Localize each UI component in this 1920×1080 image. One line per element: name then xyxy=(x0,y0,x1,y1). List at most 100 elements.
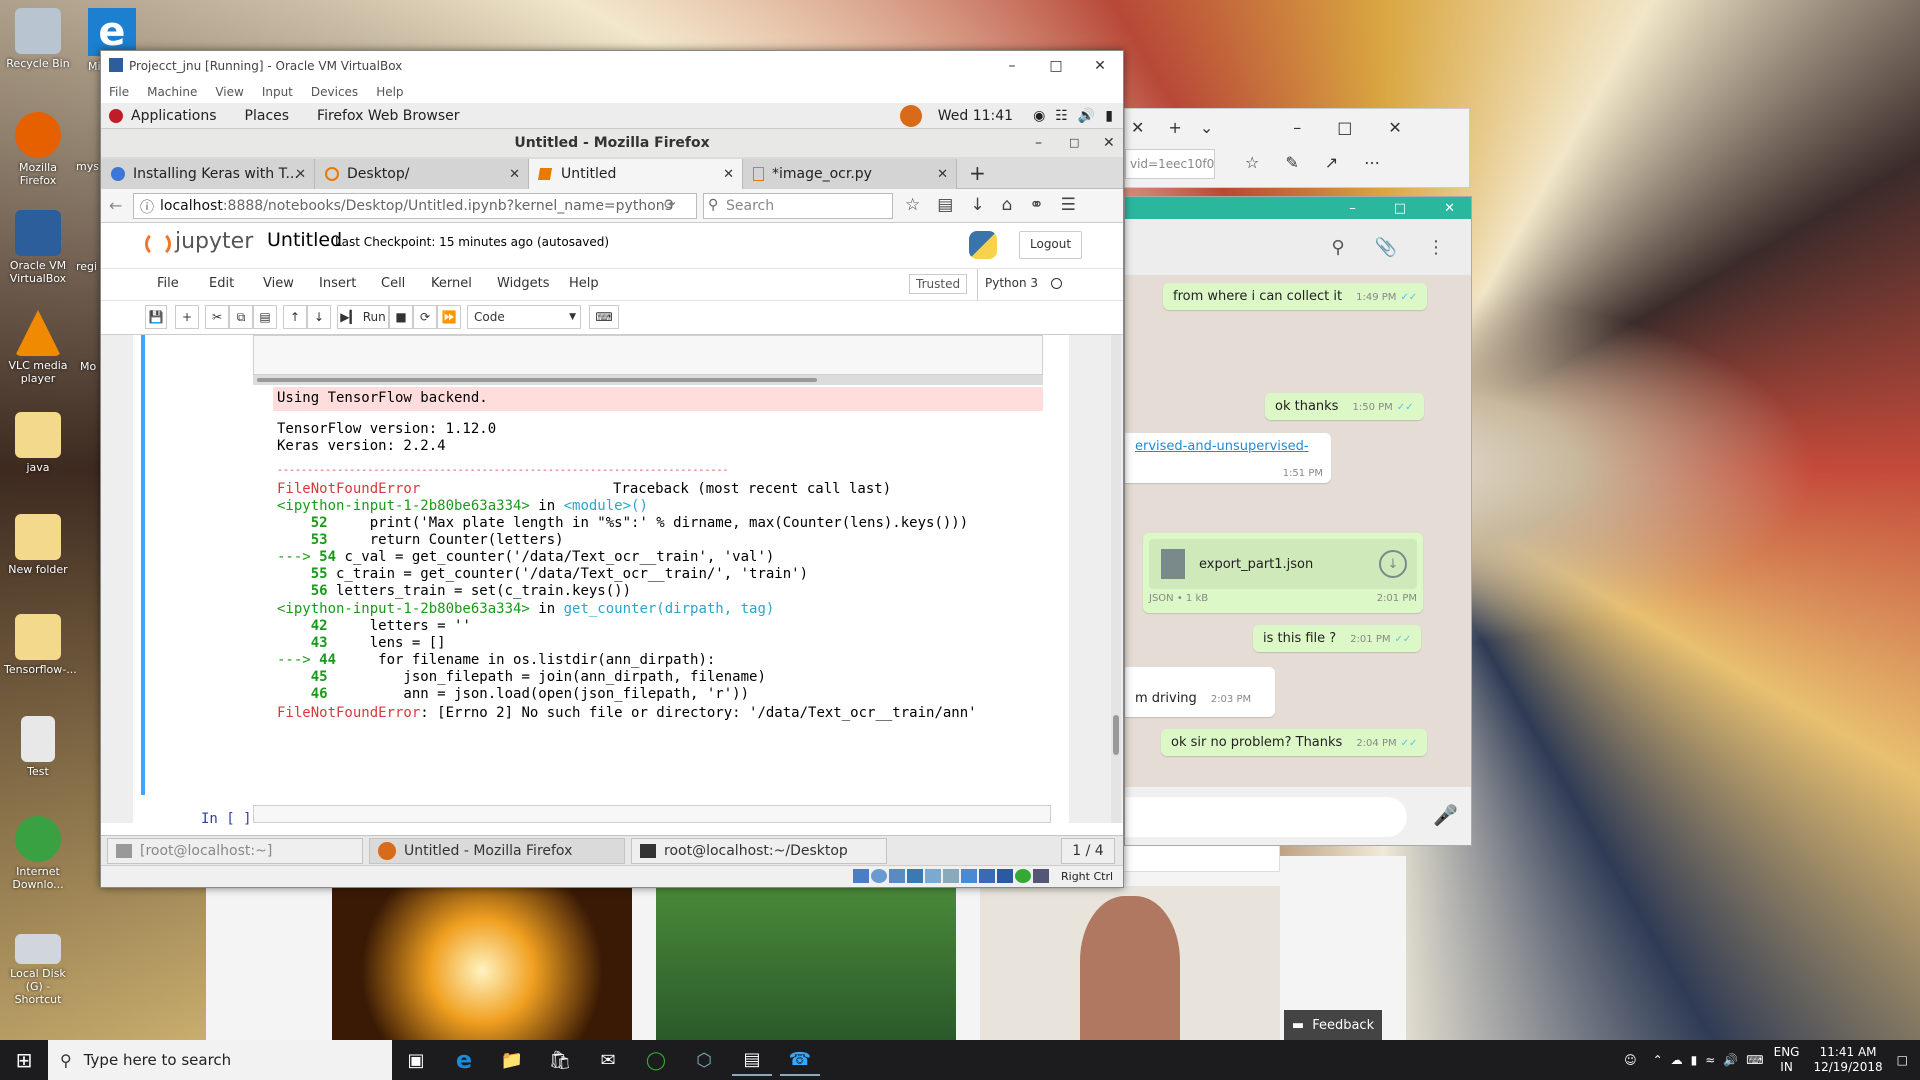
menu-file[interactable]: File xyxy=(109,85,129,99)
jupyter-menu-insert[interactable]: Insert xyxy=(319,276,381,291)
search-box[interactable]: ⚲ Search xyxy=(703,193,893,219)
desktop-icon-virtualbox[interactable]: Oracle VM VirtualBox xyxy=(4,210,72,285)
paste-icon[interactable]: ▤ xyxy=(253,305,277,329)
download-icon[interactable]: ↓ xyxy=(1379,550,1407,578)
empty-cell-input[interactable] xyxy=(253,805,1051,823)
cut-icon[interactable]: ✂ xyxy=(205,305,229,329)
store-icon[interactable]: 🛍 xyxy=(540,1044,580,1076)
thumbnail-image[interactable] xyxy=(656,886,956,1040)
clock[interactable]: Wed 11:41 xyxy=(938,108,1013,124)
cell-input-area[interactable] xyxy=(253,335,1043,375)
move-up-icon[interactable]: ↑ xyxy=(283,305,307,329)
volume-icon[interactable]: 🔊 xyxy=(1723,1053,1738,1067)
kernel-name[interactable]: Python 3 xyxy=(985,276,1038,290)
file-explorer-icon[interactable]: 📁 xyxy=(492,1044,532,1076)
chat-file-attachment[interactable]: export_part1.json ↓ JSON • 1 kB 2:01 PM xyxy=(1143,533,1423,613)
jupyter-menu-cell[interactable]: Cell xyxy=(381,276,431,291)
maximize-icon[interactable]: □ xyxy=(1337,118,1352,137)
notifications-icon[interactable]: □ xyxy=(1897,1053,1908,1067)
hamburger-menu-icon[interactable]: ☰ xyxy=(1061,195,1076,215)
close-icon[interactable]: ✕ xyxy=(1444,201,1455,216)
favorites-icon[interactable]: ☆ xyxy=(1245,153,1259,172)
optical-drive-icon[interactable] xyxy=(871,869,887,883)
more-icon[interactable]: ⋯ xyxy=(1364,153,1380,172)
task-view-icon[interactable]: ▣ xyxy=(396,1044,436,1076)
desktop-icon-vlc[interactable]: VLC media player xyxy=(4,310,72,385)
attach-icon[interactable]: 📎 xyxy=(1375,237,1397,258)
thumbnail-image[interactable] xyxy=(980,886,1280,1040)
new-tab-icon[interactable]: + xyxy=(969,161,986,185)
taskbar-search[interactable]: ⚲ Type here to search xyxy=(48,1040,392,1080)
menu-view[interactable]: View xyxy=(215,85,243,99)
close-icon[interactable]: ✕ xyxy=(1388,118,1401,137)
battery-icon[interactable]: ▮ xyxy=(1105,108,1113,124)
applications-menu[interactable]: Applications xyxy=(131,108,217,124)
mouse-integration-icon[interactable] xyxy=(1015,869,1031,883)
info-icon[interactable]: ⓘ xyxy=(140,197,154,217)
location-icon[interactable]: ◉ xyxy=(1033,108,1045,124)
desktop-icon-tensorflow[interactable]: Tensorflow-... xyxy=(4,614,77,676)
code-cell-selected[interactable]: Using TensorFlow backend. TensorFlow ver… xyxy=(141,335,1055,795)
minimize-icon[interactable]: – xyxy=(1035,129,1042,157)
vbox-vm-taskbar-icon[interactable]: ▤ xyxy=(732,1044,772,1076)
recording-icon[interactable] xyxy=(979,869,995,883)
jupyter-menu-help[interactable]: Help xyxy=(569,276,615,291)
tab-untitled[interactable]: Untitled ✕ xyxy=(529,159,743,189)
edge-desktop-icon[interactable]: e xyxy=(88,8,136,56)
maximize-icon[interactable]: □ xyxy=(1394,201,1406,216)
restart-icon[interactable]: ⟳ xyxy=(413,305,437,329)
search-icon[interactable]: ⚲ xyxy=(1331,237,1344,258)
pocket-icon[interactable]: ⚭ xyxy=(1029,195,1043,215)
tab-desktop[interactable]: Desktop/✕ xyxy=(315,159,529,189)
bookmark-star-icon[interactable]: ☆ xyxy=(905,195,920,215)
fast-forward-icon[interactable]: ⏩ xyxy=(437,305,461,329)
feedback-button[interactable]: ▬ Feedback xyxy=(1284,1010,1382,1040)
hdd-icon[interactable] xyxy=(853,869,869,883)
insert-cell-icon[interactable]: + xyxy=(175,305,199,329)
microphone-icon[interactable]: 🎤 xyxy=(1433,803,1458,827)
jupyter-menu-edit[interactable]: Edit xyxy=(209,276,263,291)
virtualbox-taskbar-icon[interactable]: ⬡ xyxy=(684,1044,724,1076)
network-icon[interactable] xyxy=(907,869,923,883)
share-icon[interactable]: ↗ xyxy=(1325,153,1338,172)
minimize-icon[interactable]: – xyxy=(989,51,1035,81)
minimize-icon[interactable]: – xyxy=(1349,201,1356,216)
maximize-icon[interactable]: □ xyxy=(1069,129,1079,157)
download-icon[interactable]: ↓ xyxy=(970,195,984,215)
chevron-down-icon[interactable]: ⌄ xyxy=(1200,118,1213,137)
menu-machine[interactable]: Machine xyxy=(147,85,197,99)
close-tab-icon[interactable]: ✕ xyxy=(723,167,734,182)
thumbnail-image[interactable] xyxy=(332,886,632,1040)
keyboard-icon[interactable]: ⌨ xyxy=(1746,1053,1763,1067)
audio-icon[interactable] xyxy=(889,869,905,883)
jupyter-menu-kernel[interactable]: Kernel xyxy=(431,276,497,291)
keyboard-capture-icon[interactable] xyxy=(1033,869,1049,883)
logout-button[interactable]: Logout xyxy=(1019,231,1083,259)
message-input[interactable] xyxy=(1125,797,1407,837)
stop-icon[interactable]: ■ xyxy=(389,305,413,329)
close-tab-icon[interactable]: ✕ xyxy=(937,167,948,182)
run-button[interactable]: ▶▎ Run xyxy=(337,305,389,329)
desktop-icon-test[interactable]: Test xyxy=(4,716,72,778)
save-icon[interactable]: 💾 xyxy=(145,305,167,329)
jupyter-menu-widgets[interactable]: Widgets xyxy=(497,276,569,291)
menu-input[interactable]: Input xyxy=(262,85,293,99)
trusted-indicator[interactable]: Trusted xyxy=(909,274,968,294)
chevron-up-icon[interactable]: ⌃ xyxy=(1653,1053,1663,1067)
new-tab-icon[interactable]: + xyxy=(1168,118,1181,137)
power-icon[interactable]: ▮ xyxy=(1691,1053,1698,1067)
minimize-icon[interactable]: – xyxy=(1293,118,1301,137)
jupyter-menu-view[interactable]: View xyxy=(263,276,319,291)
keyboard-icon[interactable]: ⌨ xyxy=(589,305,619,329)
volume-icon[interactable]: 🔊 xyxy=(1078,108,1095,124)
clipboard-icon[interactable]: ▤ xyxy=(937,195,953,215)
onedrive-icon[interactable]: ☁ xyxy=(1671,1053,1683,1067)
desktop-icon-recycle-bin[interactable]: Recycle Bin xyxy=(4,8,72,70)
app-ring-icon[interactable]: ◯ xyxy=(636,1044,676,1076)
vertical-scrollbar[interactable] xyxy=(1111,335,1121,823)
cell-type-select[interactable]: Code ▼ xyxy=(467,305,581,329)
task-root-terminal[interactable]: [root@localhost:~] xyxy=(107,838,363,864)
edge-taskbar-icon[interactable]: e xyxy=(444,1044,484,1076)
reload-icon[interactable]: ⟳ xyxy=(664,197,676,213)
horizontal-scrollbar[interactable] xyxy=(253,375,1043,385)
